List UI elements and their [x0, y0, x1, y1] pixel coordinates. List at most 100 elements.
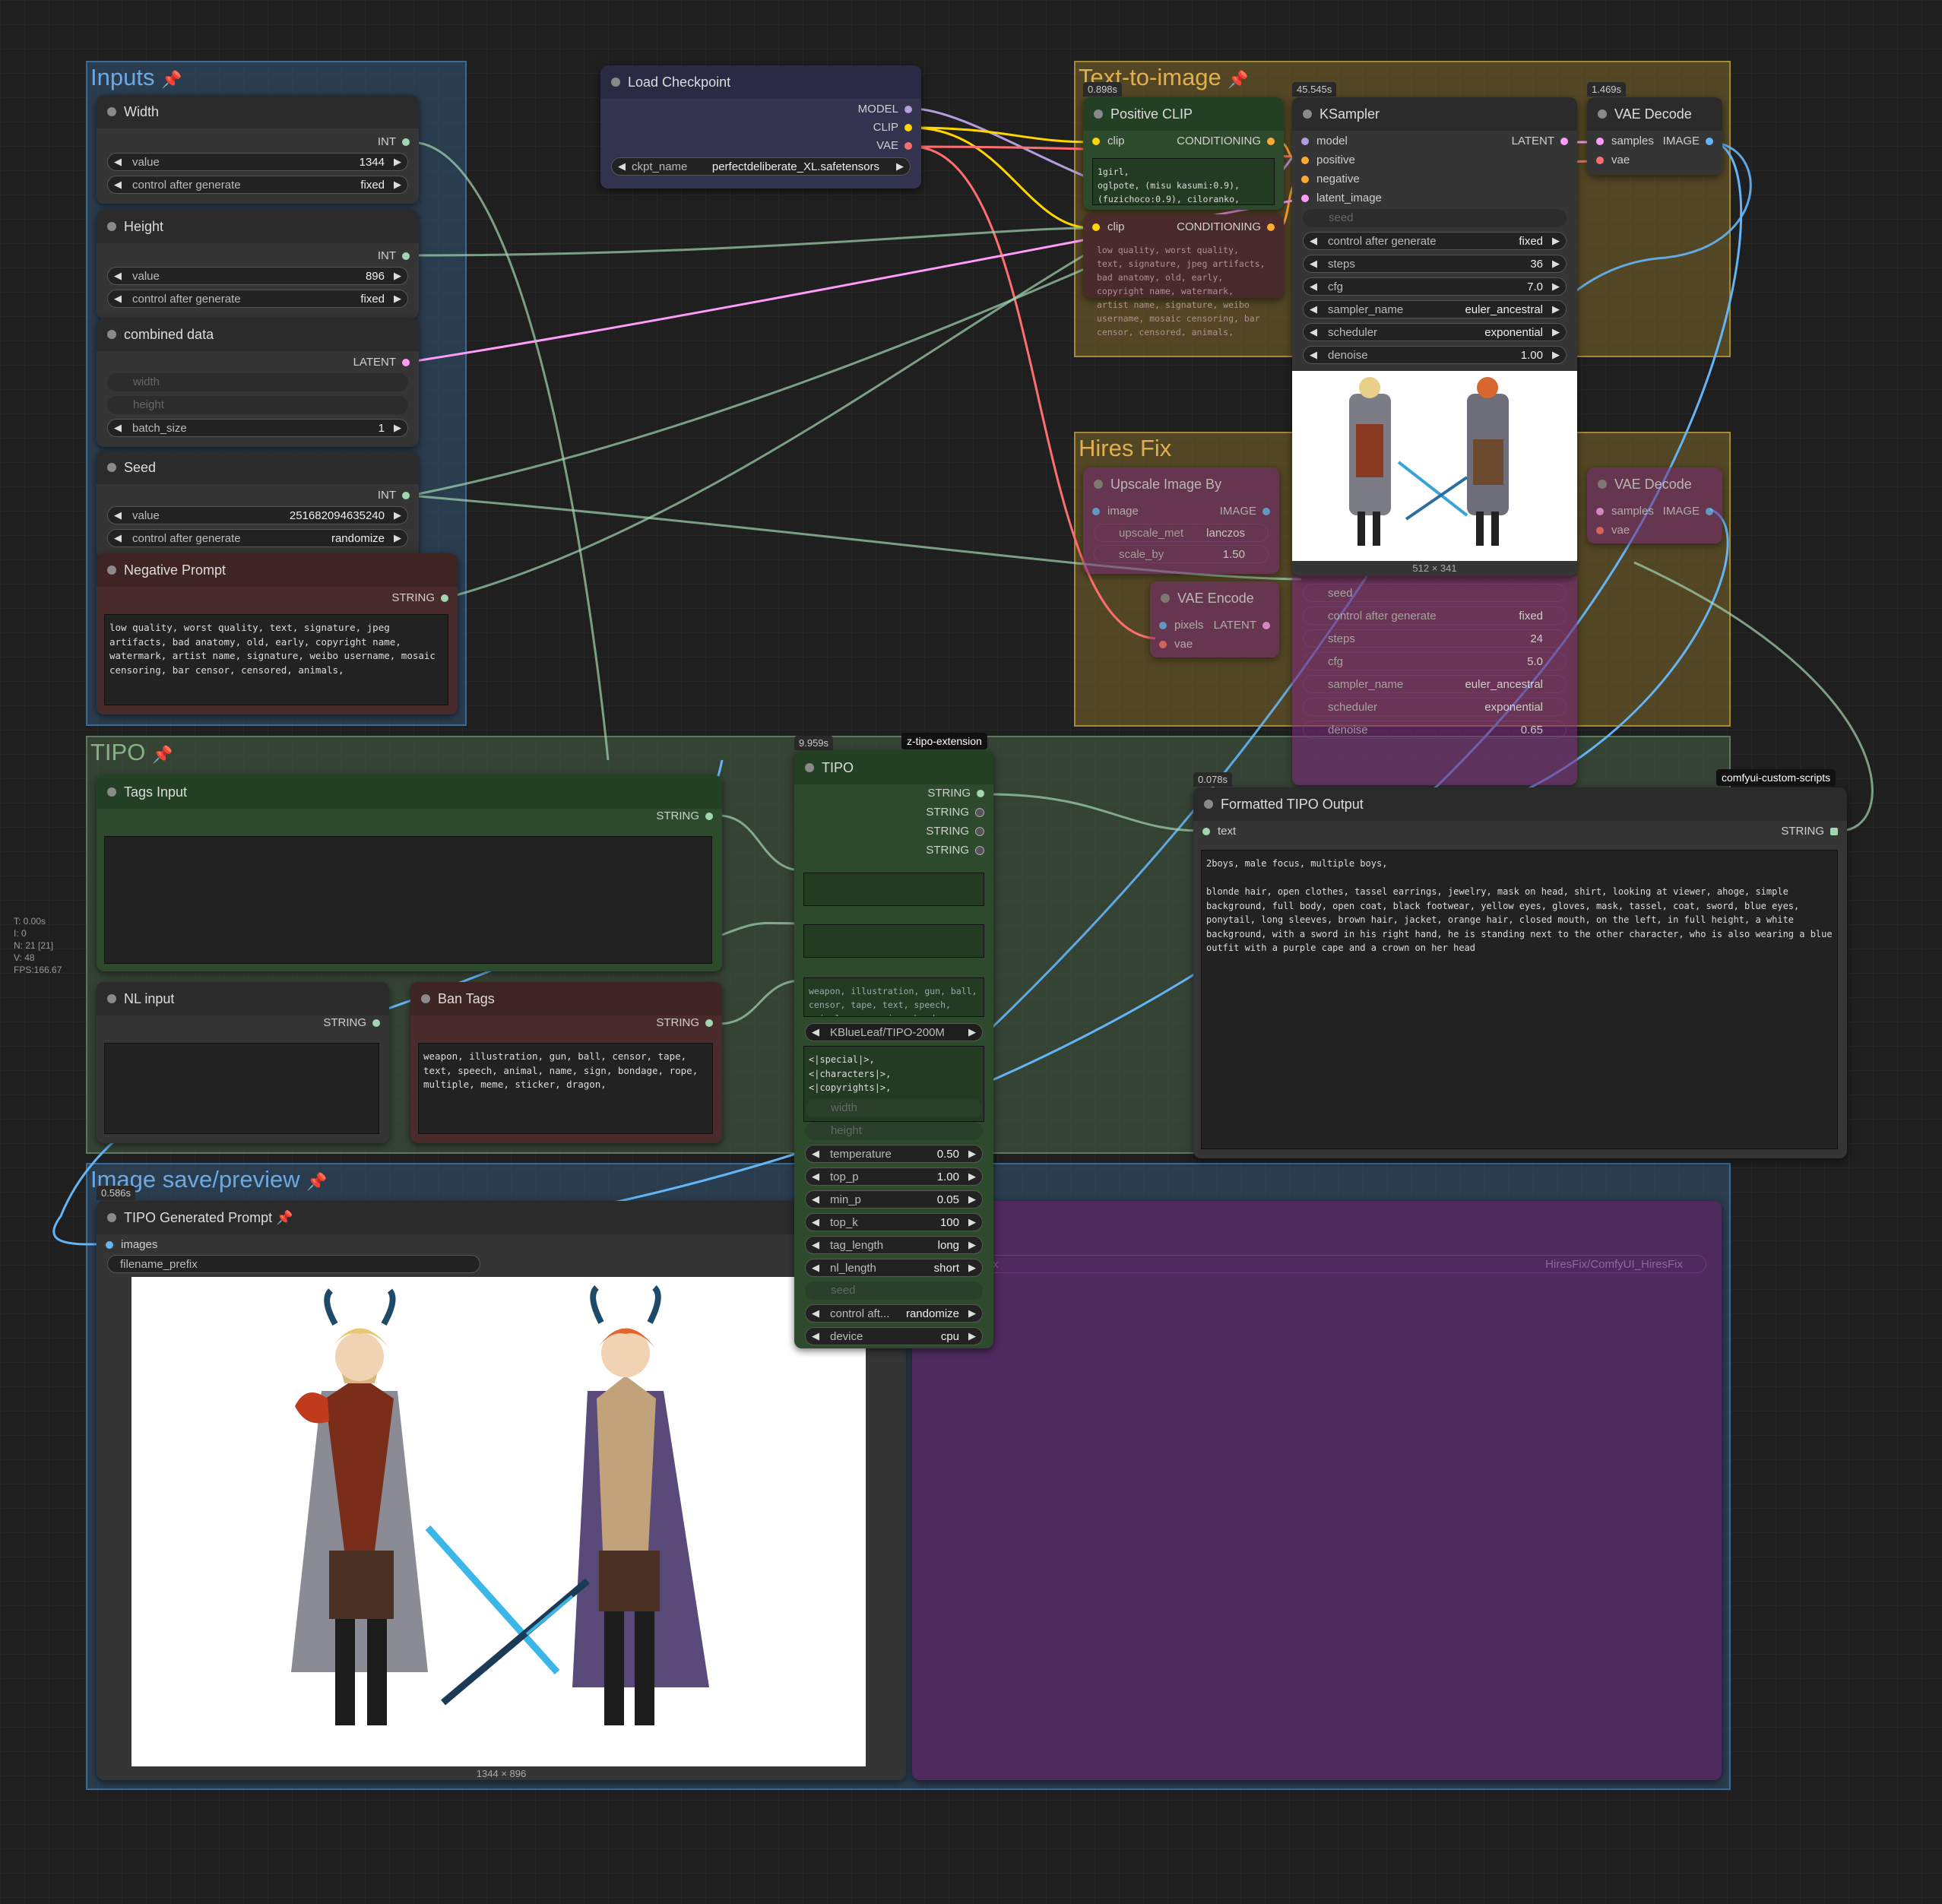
seed-node[interactable]: Seed INT ◀ value 251682094635240 ▶ ◀ control… — [97, 451, 419, 559]
tipo-widget[interactable]: ◀ temperature 0.50 ▶ — [805, 1145, 983, 1163]
nl-input-textarea[interactable] — [104, 1043, 379, 1134]
arrow-left-icon[interactable]: ◀ — [812, 1330, 819, 1342]
arrow-left-icon[interactable]: ◀ — [812, 1216, 819, 1228]
ksampler-widget[interactable]: ◀ control after generate fixed ▶ — [1303, 232, 1567, 250]
arrow-right-icon[interactable]: ▶ — [394, 509, 401, 521]
width-input-ghost[interactable]: width — [107, 373, 408, 391]
output-port-icon[interactable] — [441, 594, 448, 603]
arrow-right-icon[interactable]: ▶ — [394, 156, 401, 168]
arrow-right-icon[interactable]: ▶ — [1552, 349, 1560, 361]
ksampler-widget[interactable]: ◀ cfg 7.0 ▶ — [1303, 277, 1567, 296]
arrow-left-icon[interactable]: ◀ — [1310, 258, 1317, 270]
negative-prompt-textarea[interactable]: low quality, worst quality, text, signat… — [104, 614, 448, 705]
positive-prompt-textarea[interactable]: 1girl, oglpote, (misu kasumi:0.9), (fuzi… — [1092, 158, 1275, 205]
collapse-dot-icon[interactable] — [107, 787, 116, 797]
arrow-right-icon[interactable]: ▶ — [1552, 303, 1560, 315]
batch-size-widget[interactable]: ◀ batch_size 1 ▶ — [107, 419, 408, 437]
collapse-dot-icon[interactable] — [107, 1213, 116, 1222]
arrow-left-icon[interactable]: ◀ — [812, 1193, 819, 1205]
output-port-icon[interactable] — [705, 813, 713, 821]
ksampler-widget[interactable]: ◀ sampler_name euler_ancestral ▶ — [1303, 300, 1567, 318]
output-port-icon[interactable] — [705, 1019, 713, 1028]
arrow-left-icon[interactable]: ◀ — [114, 293, 122, 305]
scale-by-widget[interactable]: scale_by 1.50 — [1094, 545, 1269, 563]
input-port-icon[interactable] — [1301, 176, 1309, 184]
width-node[interactable]: Width INT ◀ value 1344 ▶ ◀ control after gen… — [97, 95, 419, 204]
output-port-icon[interactable] — [975, 827, 984, 837]
output-port-icon[interactable] — [1830, 828, 1838, 836]
arrow-right-icon[interactable]: ▶ — [968, 1330, 976, 1342]
arrow-left-icon[interactable]: ◀ — [114, 179, 122, 191]
collapse-dot-icon[interactable] — [421, 994, 430, 1003]
formatted-output-textarea[interactable]: 2boys, male focus, multiple boys, blonde… — [1201, 850, 1838, 1149]
input-port-icon[interactable] — [106, 1241, 113, 1250]
ksampler-hires-widget[interactable]: control after generate fixed — [1303, 607, 1567, 625]
output-port-icon[interactable] — [1706, 508, 1713, 516]
arrow-left-icon[interactable]: ◀ — [812, 1262, 819, 1274]
arrow-right-icon[interactable]: ▶ — [968, 1307, 976, 1319]
input-port-icon[interactable] — [1596, 138, 1604, 146]
collapse-dot-icon[interactable] — [1094, 109, 1103, 119]
ksampler-hires-widget[interactable]: denoise 0.65 — [1303, 721, 1567, 739]
control-widget[interactable]: ◀ control after generate fixed ▶ — [107, 290, 408, 308]
arrow-right-icon[interactable]: ▶ — [394, 422, 401, 434]
ksampler-hires-widget[interactable]: sampler_name euler_ancestral — [1303, 675, 1567, 693]
ban-tags-node[interactable]: Ban Tags STRING weapon, illustration, gu… — [410, 982, 722, 1143]
arrow-left-icon[interactable]: ◀ — [114, 532, 122, 544]
combined-data-node[interactable]: combined data LATENT width height ◀ batch… — [97, 318, 419, 447]
input-port-icon[interactable] — [1092, 138, 1100, 146]
filename-prefix-widget[interactable]: filename_prefix — [107, 1255, 480, 1273]
collapse-dot-icon[interactable] — [1161, 594, 1170, 603]
arrow-right-icon[interactable]: ▶ — [968, 1216, 976, 1228]
arrow-left-icon[interactable]: ◀ — [114, 509, 122, 521]
output-port-icon[interactable] — [402, 492, 410, 500]
arrow-left-icon[interactable]: ◀ — [812, 1239, 819, 1251]
upscale-image-node[interactable]: Upscale Image By image IMAGE upscale_met… — [1083, 467, 1279, 574]
hires-prefix-widget[interactable]: prefixHiresFix/ComfyUI_HiresFix — [958, 1255, 1706, 1273]
collapse-dot-icon[interactable] — [107, 330, 116, 339]
arrow-right-icon[interactable]: ▶ — [1552, 326, 1560, 338]
input-port-icon[interactable] — [1159, 622, 1167, 630]
vae-decode-hires-node[interactable]: VAE Decode samples vae IMAGE — [1587, 467, 1722, 543]
input-port-icon[interactable] — [1301, 195, 1309, 203]
output-port-icon[interactable] — [975, 808, 984, 818]
value-widget[interactable]: ◀ value 896 ▶ — [107, 267, 408, 285]
negative-clip-node[interactable]: clip CONDITIONING low quality, worst qua… — [1083, 214, 1284, 336]
arrow-left-icon[interactable]: ◀ — [114, 270, 122, 282]
output-port-icon[interactable] — [904, 124, 912, 132]
tipo-widget[interactable]: ◀ tag_length long ▶ — [805, 1236, 983, 1254]
tipo-node[interactable]: TIPO STRING STRING STRING STRING weapon,… — [794, 751, 993, 1348]
input-port-icon[interactable] — [1596, 508, 1604, 516]
collapse-dot-icon[interactable] — [1094, 480, 1103, 489]
output-port-icon[interactable] — [1262, 508, 1270, 516]
collapse-dot-icon[interactable] — [107, 565, 116, 575]
arrow-right-icon[interactable]: ▶ — [394, 179, 401, 191]
negative-clip-textarea[interactable]: low quality, worst quality, text, signat… — [1092, 237, 1275, 336]
collapse-dot-icon[interactable] — [107, 222, 116, 231]
output-port-icon[interactable] — [904, 106, 912, 114]
ckpt-name-widget[interactable]: ◀ ckpt_name perfectdeliberate_XL.safetenso… — [611, 157, 911, 176]
collapse-dot-icon[interactable] — [1598, 480, 1607, 489]
arrow-left-icon[interactable]: ◀ — [1310, 349, 1317, 361]
input-port-icon[interactable] — [1092, 508, 1100, 516]
tipo-generated-prompt-node[interactable]: TIPO Generated Prompt 📌 images filename_… — [97, 1201, 906, 1780]
height-node[interactable]: Height INT ◀ value 896 ▶ ◀ control after gen… — [97, 210, 419, 318]
tags-field[interactable] — [803, 873, 984, 906]
arrow-left-icon[interactable]: ◀ — [1310, 303, 1317, 315]
tipo-widget[interactable]: ◀ nl_length short ▶ — [805, 1259, 983, 1277]
output-port-icon[interactable] — [1706, 138, 1713, 146]
arrow-right-icon[interactable]: ▶ — [968, 1171, 976, 1183]
height-input-ghost[interactable]: height — [107, 396, 408, 414]
ksampler-hires-widget[interactable]: cfg 5.0 — [1303, 652, 1567, 670]
ban-tags-field[interactable]: weapon, illustration, gun, ball, censor,… — [803, 977, 984, 1017]
hires-save-node[interactable]: prefixHiresFix/ComfyUI_HiresFix — [912, 1201, 1722, 1780]
arrow-right-icon[interactable]: ▶ — [394, 293, 401, 305]
arrow-left-icon[interactable]: ◀ — [812, 1307, 819, 1319]
collapse-dot-icon[interactable] — [611, 78, 620, 87]
ksampler-node[interactable]: KSampler LATENT model positive negative … — [1292, 97, 1577, 576]
collapse-dot-icon[interactable] — [1303, 109, 1312, 119]
ksampler-hires-widget[interactable]: seed — [1303, 584, 1567, 602]
output-port-icon[interactable] — [977, 790, 984, 798]
arrow-right-icon[interactable]: ▶ — [1552, 280, 1560, 293]
input-port-icon[interactable] — [1092, 223, 1100, 232]
